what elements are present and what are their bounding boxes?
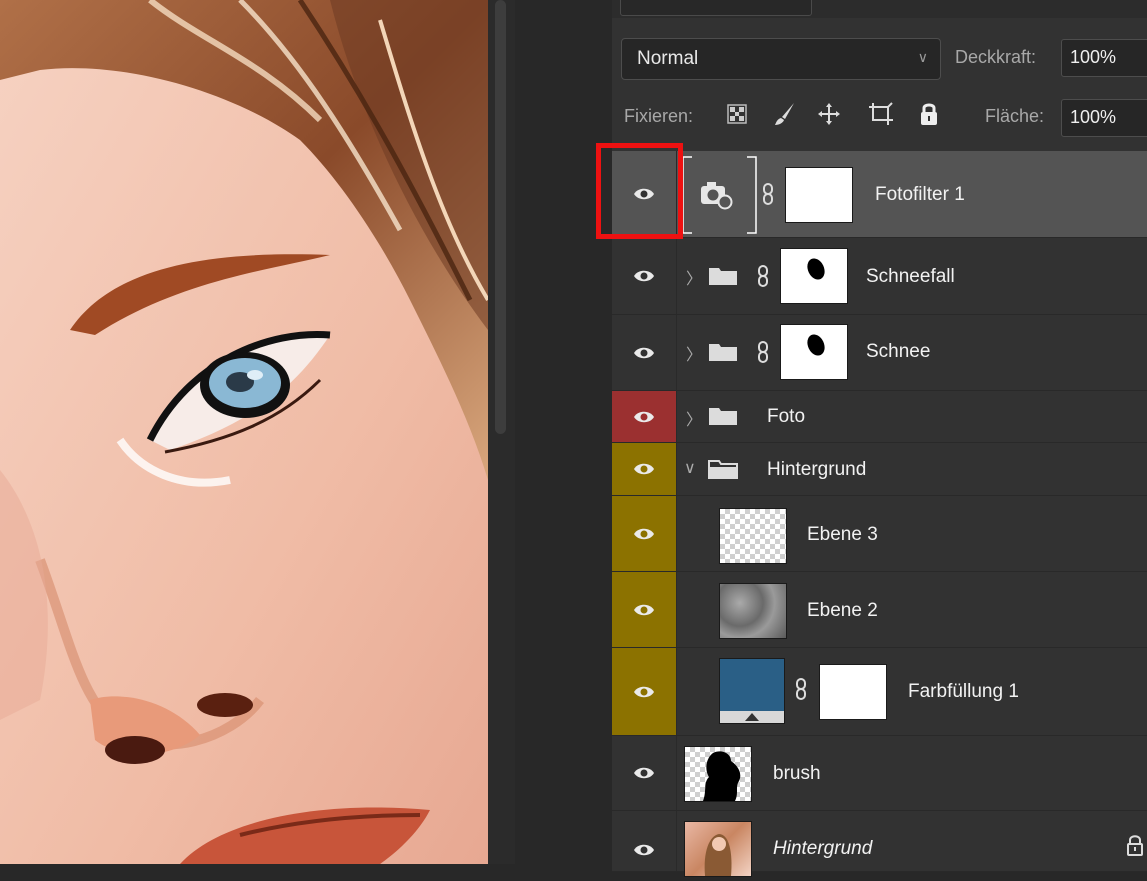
layer-thumbnail[interactable]: [684, 821, 752, 877]
lock-label: Fixieren:: [624, 106, 694, 126]
visibility-toggle[interactable]: [612, 811, 676, 871]
row-divider: [676, 648, 677, 735]
chevron-down-icon[interactable]: ∨: [684, 458, 696, 478]
row-divider: [676, 811, 677, 871]
opacity-field[interactable]: 100%: [1061, 39, 1147, 77]
layer-name[interactable]: Hintergrund: [773, 838, 872, 860]
row-divider: [676, 496, 677, 571]
layer-row-fotofilter-1[interactable]: Fotofilter 1: [612, 151, 1147, 238]
fill-label: Fläche:: [985, 106, 1045, 126]
layer-name[interactable]: brush: [773, 763, 821, 785]
blend-mode-value: Normal: [637, 48, 699, 69]
eye-icon: [634, 686, 654, 697]
visibility-toggle[interactable]: [612, 315, 676, 390]
folder-icon: [709, 408, 737, 425]
canvas-scrollbar[interactable]: [488, 0, 515, 864]
group-mask-thumbnail[interactable]: [780, 324, 848, 380]
layer-filter-box[interactable]: [620, 0, 812, 16]
folder-icon: [709, 268, 737, 285]
layer-name[interactable]: Ebene 2: [807, 600, 878, 622]
link-icon: [763, 183, 773, 205]
panel-gap: [515, 0, 612, 864]
link-icon: [758, 341, 768, 363]
link-icon: [758, 265, 768, 287]
document-canvas[interactable]: [0, 0, 488, 864]
layer-name[interactable]: Farbfüllung 1: [908, 681, 1019, 703]
lock-all-icon[interactable]: [916, 101, 942, 127]
lock-position-icon[interactable]: [816, 101, 842, 127]
row-divider: [676, 736, 677, 810]
layer-row-foto[interactable]: 〉 Foto: [612, 391, 1147, 443]
eye-icon: [634, 767, 654, 779]
visibility-toggle[interactable]: [612, 648, 676, 735]
opacity-label: Deckkraft:: [955, 47, 1037, 67]
chevron-down-icon: ∨: [917, 49, 928, 65]
scrollbar-thumb[interactable]: [495, 0, 506, 434]
layer-name[interactable]: Schnee: [866, 341, 930, 363]
open-folder-icon: [708, 460, 738, 479]
fill-color-thumbnail[interactable]: [719, 658, 785, 724]
fill-field[interactable]: 100%: [1061, 99, 1147, 137]
lock-artboard-icon[interactable]: [868, 101, 894, 127]
link-icon: [796, 678, 806, 700]
eye-icon: [634, 270, 654, 282]
layer-row-schneefall[interactable]: 〉 Schneefall: [612, 238, 1147, 315]
layer-name[interactable]: Fotofilter 1: [875, 184, 965, 206]
row-divider: [676, 315, 677, 390]
chevron-right-icon[interactable]: 〉: [686, 341, 702, 365]
layer-name[interactable]: Ebene 3: [807, 524, 878, 546]
row-divider: [676, 572, 677, 647]
row-divider: [676, 443, 677, 495]
eye-icon: [634, 347, 654, 358]
layer-name[interactable]: Schneefall: [866, 266, 955, 288]
layer-name[interactable]: Hintergrund: [767, 459, 866, 481]
layer-row-hintergrund-background[interactable]: Hintergrund: [612, 811, 1147, 877]
layer-mask-thumbnail[interactable]: [785, 167, 853, 223]
layer-row-farbfuellung-1[interactable]: Farbfüllung 1: [612, 648, 1147, 736]
layer-row-ebene-2[interactable]: Ebene 2: [612, 572, 1147, 648]
panel-top-strip: [612, 0, 1147, 18]
layer-row-ebene-3[interactable]: Ebene 3: [612, 496, 1147, 572]
eye-icon: [634, 528, 654, 539]
folder-icon: [709, 344, 737, 361]
eye-icon: [634, 844, 654, 856]
visibility-toggle[interactable]: [612, 572, 676, 647]
photo-filter-adjustment-icon: [701, 182, 733, 210]
row-divider: [676, 238, 677, 314]
lock-image-pixels-icon[interactable]: [772, 101, 798, 127]
layer-name[interactable]: Foto: [767, 406, 805, 428]
visibility-toggle[interactable]: [612, 443, 676, 495]
chevron-right-icon[interactable]: 〉: [686, 406, 702, 430]
visibility-toggle[interactable]: [612, 736, 676, 810]
layer-thumbnail[interactable]: [719, 583, 787, 639]
layer-row-schnee[interactable]: 〉 Schnee: [612, 315, 1147, 391]
lock-transparent-pixels-icon[interactable]: [724, 101, 750, 127]
blend-mode-dropdown[interactable]: Normal ∨: [621, 38, 941, 80]
layer-thumbnail[interactable]: [719, 508, 787, 564]
visibility-toggle[interactable]: [612, 391, 676, 442]
visibility-toggle[interactable]: [612, 496, 676, 571]
lock-icon: [1127, 835, 1143, 856]
visibility-toggle[interactable]: [612, 238, 676, 314]
fill-value: 100%: [1070, 107, 1117, 127]
layer-row-hintergrund-group[interactable]: ∨ Hintergrund: [612, 443, 1147, 496]
eye-icon: [634, 463, 654, 475]
layers-panel: Normal ∨ Deckkraft: 100% Fixieren: Fläch…: [612, 0, 1147, 877]
fill-slider-icon: [745, 713, 759, 721]
annotation-highlight-box: [596, 143, 683, 239]
chevron-right-icon[interactable]: 〉: [686, 265, 702, 289]
layer-thumbnail[interactable]: [684, 746, 752, 802]
group-mask-thumbnail[interactable]: [780, 248, 848, 304]
portrait-artwork: [0, 0, 488, 864]
eye-icon: [634, 604, 654, 615]
eye-icon: [634, 411, 654, 422]
row-divider: [676, 391, 677, 442]
layer-mask-thumbnail[interactable]: [819, 664, 887, 720]
opacity-value: 100%: [1070, 47, 1117, 67]
layer-row-brush[interactable]: brush: [612, 736, 1147, 811]
